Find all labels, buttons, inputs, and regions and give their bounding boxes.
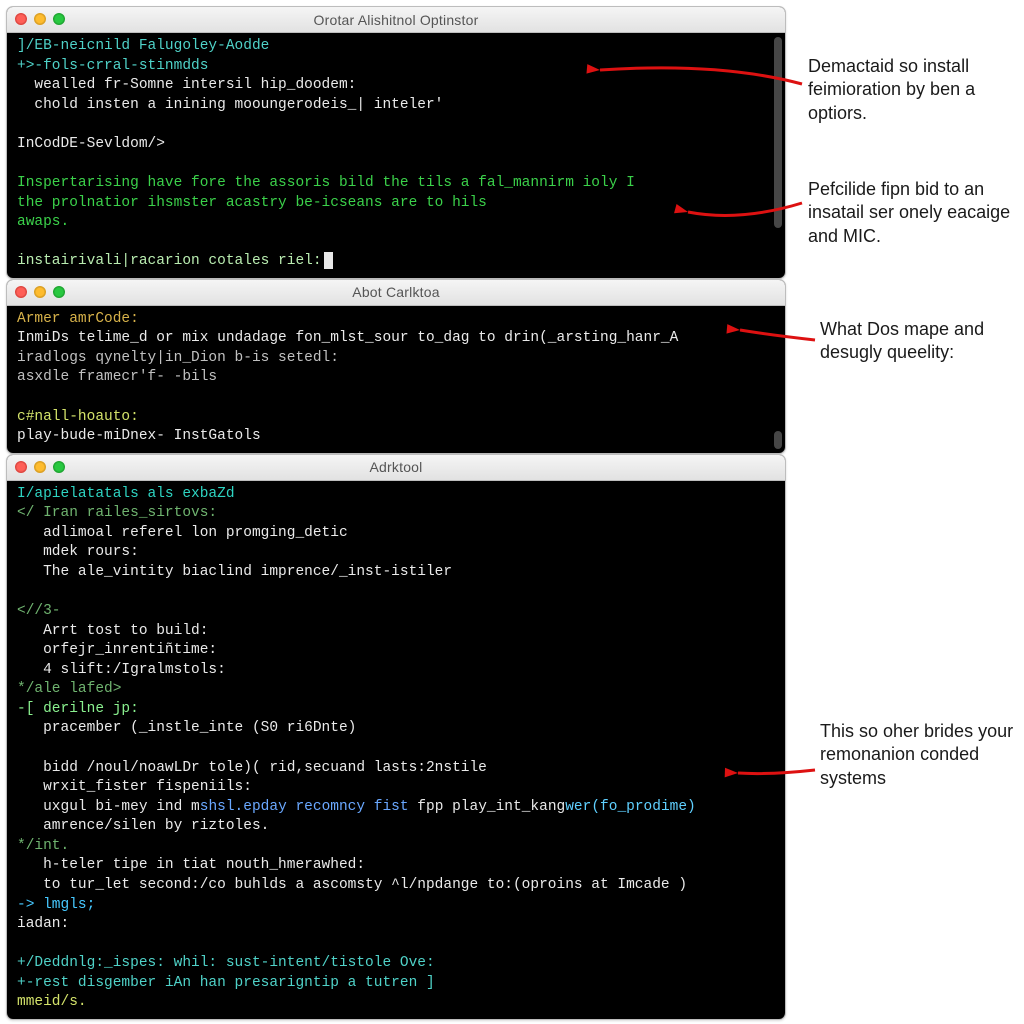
terminal-line: */int. xyxy=(17,837,775,857)
terminal-line: mmeid/s. xyxy=(17,993,775,1013)
terminal-line: <//3- xyxy=(17,602,775,622)
page-root: Orotar Alishitnol Optinstor ]/EB-neicnild… xyxy=(0,0,1024,1020)
annotation-text-1: Pefcilide fipn bid to an insatail ser on… xyxy=(808,178,1018,248)
terminal-line: wrxit_fister fispeniils: xyxy=(17,778,775,798)
terminal-line: The ale_vintity biaclind imprence/_inst-… xyxy=(17,563,775,583)
terminal-line: bidd /noul/noawLDr tole)( rid,secuand la… xyxy=(17,759,775,779)
terminal-line: +>-fols-crral-stinmdds xyxy=(17,57,775,77)
terminal-line xyxy=(17,935,775,955)
terminal-line xyxy=(17,154,775,174)
terminal-line: to tur_let second:/co buhlds a ascomsty … xyxy=(17,876,775,896)
terminal-line xyxy=(17,388,775,408)
terminal-line: play-bude-miDnex- InstGatols xyxy=(17,427,775,447)
terminal-line: InCodDE-Sevldom/> xyxy=(17,135,775,155)
annotation-text-3: This so oher brides your remonanion cond… xyxy=(820,720,1024,790)
terminal-line: wealled fr-Somne intersil hip_doodem: xyxy=(17,76,775,96)
window-title: Adrktool xyxy=(7,459,785,475)
terminal-line: asxdle framecr'f- -bils xyxy=(17,368,775,388)
window-title: Orotar Alishitnol Optinstor xyxy=(7,12,785,28)
minimize-icon[interactable] xyxy=(34,286,46,298)
window-title: Abot Carlktoa xyxy=(7,284,785,300)
terminal-line: Inspertarising have fore the assoris bil… xyxy=(17,174,775,194)
terminal-line: */ale lafed> xyxy=(17,680,775,700)
minimize-icon[interactable] xyxy=(34,461,46,473)
titlebar[interactable]: Adrktool xyxy=(7,455,785,481)
annotation-text-0: Demactaid so install feimioration by ben… xyxy=(808,55,1018,125)
terminal-line: h-teler tipe in tiat nouth_hmerawhed: xyxy=(17,856,775,876)
terminal-line: mdek rours: xyxy=(17,543,775,563)
close-icon[interactable] xyxy=(15,286,27,298)
terminal-line: Armer amrCode: xyxy=(17,310,775,330)
scrollbar[interactable] xyxy=(774,431,782,449)
terminal-line: uxgul bi-mey ind mshsl.epday recomncy fi… xyxy=(17,798,775,818)
terminal-line: -[ derilne jp: xyxy=(17,700,775,720)
zoom-icon[interactable] xyxy=(53,286,65,298)
terminal-line: -> lmgls; xyxy=(17,896,775,916)
scrollbar[interactable] xyxy=(774,37,782,228)
traffic-lights xyxy=(15,13,65,25)
zoom-icon[interactable] xyxy=(53,461,65,473)
terminal-line: c#nall-hoauto: xyxy=(17,408,775,428)
terminal-line: instairivali|racarion cotales riel: xyxy=(17,252,775,272)
terminal-line: +/Deddnlg:_ispes: whil: sust-intent/tist… xyxy=(17,954,775,974)
terminal-window-0: Orotar Alishitnol Optinstor ]/EB-neicnild… xyxy=(6,6,786,279)
traffic-lights xyxy=(15,286,65,298)
annotation-text-2: What Dos mape and desugly queelity: xyxy=(820,318,1024,365)
terminal-line: awaps. xyxy=(17,213,775,233)
zoom-icon[interactable] xyxy=(53,13,65,25)
terminal-line: +-rest disgember iAn han presarigntip a … xyxy=(17,974,775,994)
terminal-body[interactable]: I/apielatatals als exbaZd</ Iran railes_… xyxy=(7,481,785,1019)
titlebar[interactable]: Abot Carlktoa xyxy=(7,280,785,306)
terminal-line: orfejr_inrentiñtime: xyxy=(17,641,775,661)
close-icon[interactable] xyxy=(15,461,27,473)
terminal-body[interactable]: Armer amrCode:InmiDs telime_d or mix und… xyxy=(7,306,785,453)
terminal-line: chold insten a inining mooungerodeis_| i… xyxy=(17,96,775,116)
traffic-lights xyxy=(15,461,65,473)
terminal-line: 4 slift:/Igralmstols: xyxy=(17,661,775,681)
terminal-window-1: Abot Carlktoa Armer amrCode:InmiDs telime… xyxy=(6,279,786,454)
terminal-line: ]/EB-neicnild Falugoley-Aodde xyxy=(17,37,775,57)
terminal-line xyxy=(17,739,775,759)
terminal-line xyxy=(17,583,775,603)
terminal-body[interactable]: ]/EB-neicnild Falugoley-Aodde+>-fols-crr… xyxy=(7,33,785,278)
terminal-line: </ Iran railes_sirtovs: xyxy=(17,504,775,524)
terminal-line xyxy=(17,233,775,253)
terminal-line: the prolnatior ihsmster acastry be-icsea… xyxy=(17,194,775,214)
terminal-window-2: Adrktool I/apielatatals als exbaZd</ Iran… xyxy=(6,454,786,1020)
text-cursor xyxy=(324,252,333,269)
terminal-line: pracember (_instle_inte (S0 ri6Dnte) xyxy=(17,719,775,739)
terminal-line: adlimoal referel lon promging_detic xyxy=(17,524,775,544)
terminal-line xyxy=(17,115,775,135)
terminal-line: iradlogs qynelty|in_Dion b-is setedl: xyxy=(17,349,775,369)
titlebar[interactable]: Orotar Alishitnol Optinstor xyxy=(7,7,785,33)
close-icon[interactable] xyxy=(15,13,27,25)
terminal-line: InmiDs telime_d or mix undadage fon_mlst… xyxy=(17,329,775,349)
terminal-line: I/apielatatals als exbaZd xyxy=(17,485,775,505)
terminal-line: iadan: xyxy=(17,915,775,935)
terminal-line: Arrt tost to build: xyxy=(17,622,775,642)
terminal-line: amrence/silen by riztoles. xyxy=(17,817,775,837)
minimize-icon[interactable] xyxy=(34,13,46,25)
